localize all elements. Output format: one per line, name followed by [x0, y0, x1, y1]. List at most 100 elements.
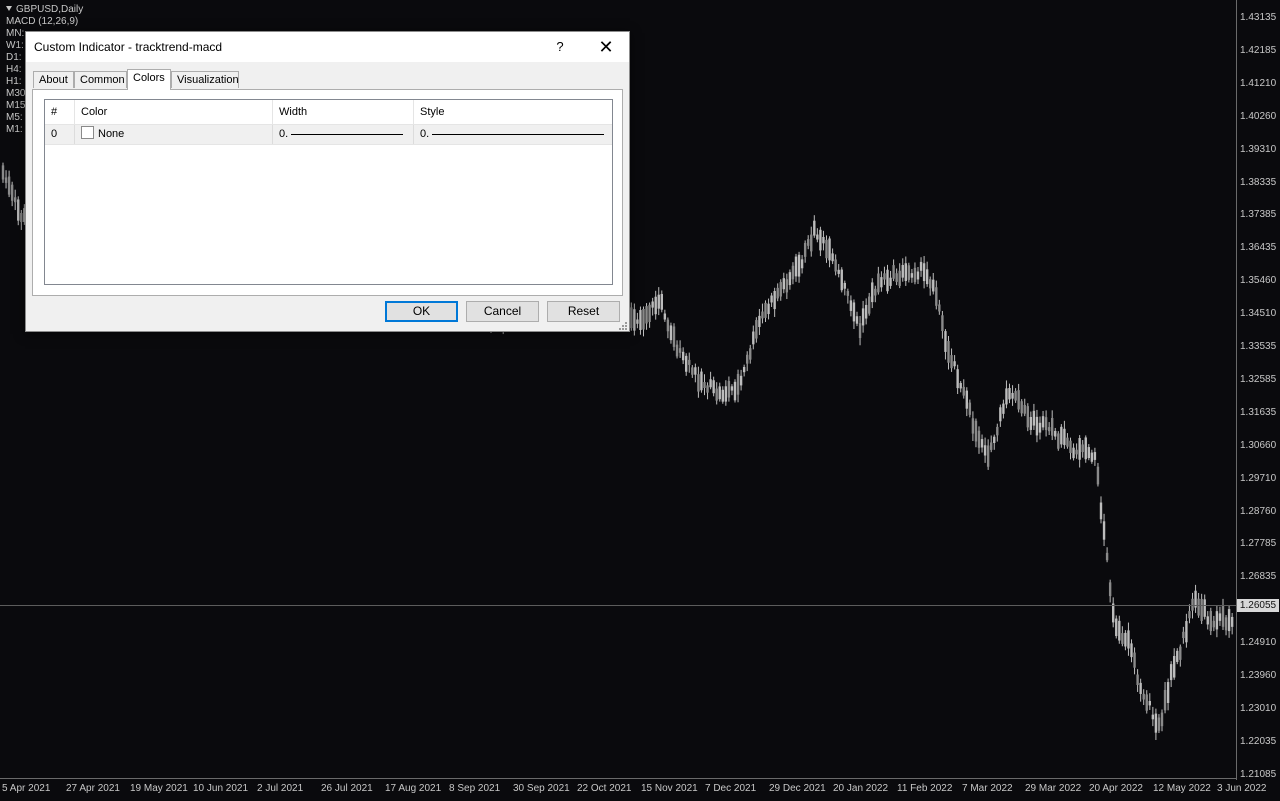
price-tick-label: 1.21085: [1240, 768, 1277, 780]
candlestick: [675, 340, 679, 359]
candlestick: [929, 276, 932, 296]
candlestick: [843, 280, 846, 296]
candlestick: [648, 302, 651, 328]
candlestick: [947, 335, 950, 370]
date-tick-label: 17 Aug 2021: [385, 783, 442, 794]
candlestick: [1005, 380, 1008, 409]
candlestick: [901, 258, 904, 282]
candlestick: [1115, 615, 1118, 639]
price-tick-label: 1.26835: [1240, 571, 1277, 583]
candlestick: [651, 297, 654, 316]
date-tick-label: 22 Oct 2021: [577, 783, 632, 794]
candlestick: [807, 235, 810, 250]
row-width-cell[interactable]: 0.: [273, 125, 414, 144]
resize-grip-icon[interactable]: [618, 321, 628, 330]
candlestick: [1209, 607, 1212, 636]
candlestick: [742, 364, 746, 377]
candlestick: [1112, 597, 1115, 628]
date-tick-label: 11 Feb 2022: [897, 783, 953, 794]
chart-symbol[interactable]: GBPUSD,Daily: [6, 4, 83, 16]
price-tick-label: 1.38335: [1240, 176, 1277, 188]
candlestick: [944, 329, 947, 360]
candlestick: [1206, 611, 1209, 630]
price-tick-label: 1.36435: [1240, 242, 1277, 254]
candlestick: [1173, 648, 1176, 680]
candlestick: [660, 290, 663, 313]
candlestick: [828, 236, 831, 268]
candlestick: [803, 240, 807, 263]
candlestick: [1160, 709, 1164, 732]
row-color-cell[interactable]: None: [75, 125, 273, 144]
candlestick: [685, 353, 688, 376]
date-tick-label: 10 Jun 2021: [193, 783, 249, 794]
candlestick: [941, 310, 944, 339]
candlestick: [709, 371, 712, 390]
candlestick: [1157, 714, 1161, 734]
help-button[interactable]: ?: [548, 38, 572, 56]
column-header-index[interactable]: #: [45, 100, 75, 124]
dropdown-triangle-icon[interactable]: [6, 6, 12, 11]
candlestick: [20, 209, 23, 230]
candlestick: [1084, 435, 1087, 463]
date-tick-label: 29 Mar 2022: [1025, 783, 1082, 794]
candlestick: [721, 386, 724, 404]
ok-button[interactable]: OK: [385, 301, 458, 322]
candlestick: [852, 299, 856, 330]
row-width-value: 0.: [279, 128, 289, 140]
table-row[interactable]: 0 None 0. 0.: [45, 125, 612, 145]
candlestick: [883, 266, 886, 285]
date-tick-label: 15 Nov 2021: [641, 783, 698, 794]
column-header-width[interactable]: Width: [273, 100, 414, 124]
candlestick: [813, 215, 816, 238]
dialog-titlebar[interactable]: Custom Indicator - tracktrend-macd ? ✕: [26, 32, 629, 62]
candlestick: [1154, 708, 1158, 740]
candlestick: [825, 235, 828, 263]
candlestick: [1151, 706, 1155, 727]
candlestick: [1124, 630, 1127, 651]
candlestick: [907, 262, 911, 283]
column-header-style[interactable]: Style: [414, 100, 612, 124]
tab-visualization[interactable]: Visualization: [171, 71, 239, 88]
price-tick-label: 1.39310: [1240, 143, 1277, 155]
candlestick: [1093, 447, 1097, 466]
candlestick: [977, 426, 981, 454]
candlestick: [1017, 383, 1020, 413]
candlestick: [785, 273, 789, 300]
candlestick: [1087, 444, 1090, 461]
price-tick-label: 1.41210: [1240, 77, 1277, 89]
candlestick: [1133, 647, 1136, 675]
tab-common[interactable]: Common: [74, 71, 127, 88]
candlestick: [736, 369, 740, 403]
candlestick: [1176, 648, 1179, 665]
candlestick: [1096, 462, 1100, 487]
price-tick-label: 1.34510: [1240, 308, 1277, 320]
row-style-cell[interactable]: 0.: [414, 125, 612, 144]
candlestick: [846, 288, 850, 304]
candlestick: [1090, 449, 1094, 464]
date-tick-label: 3 Jun 2022: [1217, 783, 1267, 794]
candlestick: [1130, 639, 1133, 663]
candlestick: [858, 315, 862, 346]
candlestick: [758, 308, 761, 335]
candlestick: [840, 267, 843, 293]
candlestick: [761, 303, 764, 324]
tab-colors[interactable]: Colors: [127, 69, 171, 90]
candlestick: [1051, 410, 1054, 441]
tab-about[interactable]: About: [33, 71, 74, 88]
cancel-button[interactable]: Cancel: [466, 301, 539, 322]
candlestick: [1075, 443, 1078, 459]
close-icon[interactable]: ✕: [592, 36, 620, 58]
candlestick: [724, 380, 728, 406]
candlestick: [739, 369, 743, 391]
candlestick: [749, 344, 752, 364]
column-header-color[interactable]: Color: [75, 100, 273, 124]
candlestick: [919, 257, 923, 277]
candlestick: [1121, 626, 1124, 647]
reset-button[interactable]: Reset: [547, 301, 620, 322]
candlestick: [1145, 690, 1148, 714]
candlestick: [788, 269, 792, 290]
candlestick: [932, 273, 935, 295]
colors-grid: # Color Width Style 0 None 0. 0.: [44, 99, 613, 285]
candlestick: [849, 295, 853, 317]
candlestick: [1002, 399, 1005, 419]
